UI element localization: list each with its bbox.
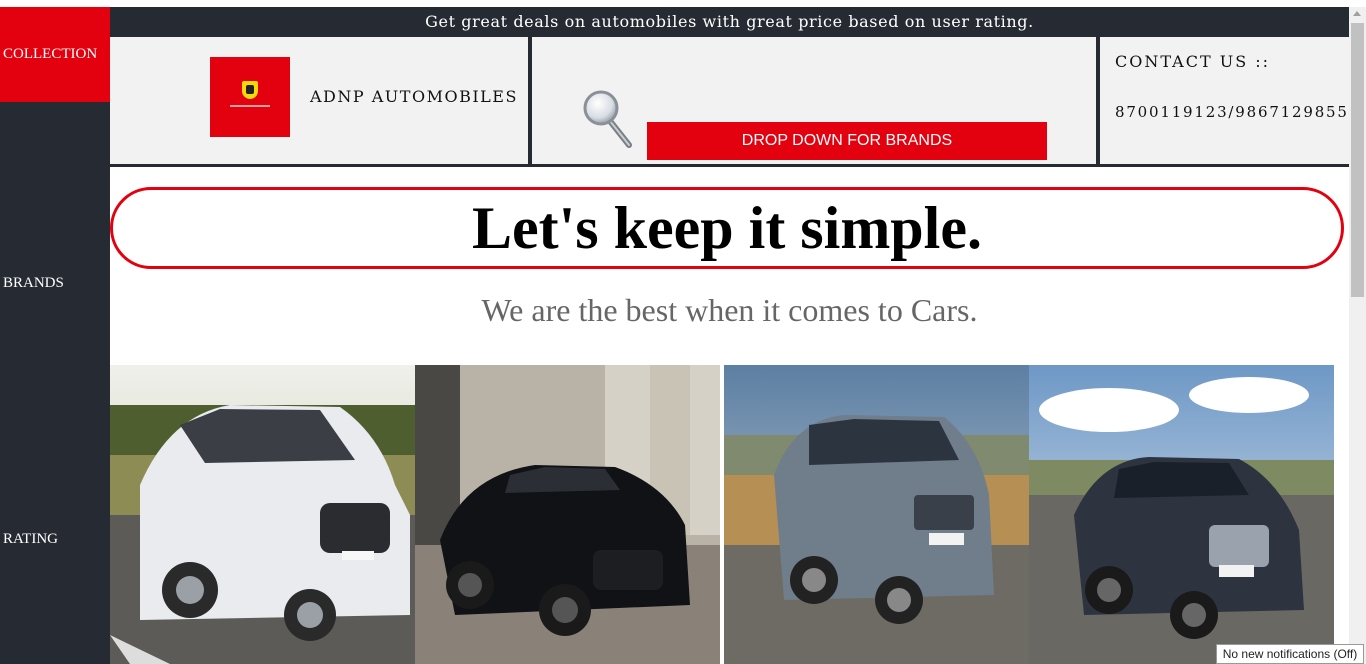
brand-name: ADNP AUTOMOBILES — [310, 87, 518, 106]
top-strip — [0, 0, 1366, 7]
sidebar-item-label: BRANDS — [3, 275, 64, 291]
ferrari-logo-icon[interactable] — [210, 57, 290, 137]
sidebar-item-rating[interactable]: RATING — [0, 531, 110, 551]
sidebar-item-brands[interactable]: BRANDS — [0, 275, 110, 295]
scrollbar-thumb[interactable] — [1351, 23, 1364, 297]
notification-tooltip: No new notifications (Off) — [1216, 644, 1364, 664]
search-cell: DROP DOWN FOR BRANDS — [532, 37, 1096, 164]
sidebar-item-label: RATING — [3, 531, 58, 547]
car-image-white-bmw — [110, 365, 415, 664]
contact-phone: 8700119123/9867129855 — [1115, 103, 1349, 121]
sidebar-item-label: COLLECTION — [3, 46, 98, 62]
brands-dropdown-button[interactable]: DROP DOWN FOR BRANDS — [647, 122, 1047, 160]
sidebar-item-collection[interactable]: COLLECTION — [0, 7, 110, 102]
hero-subtitle: We are the best when it comes to Cars. — [481, 292, 978, 328]
contact-cell: CONTACT US :: 8700119123/9867129855 — [1100, 37, 1349, 164]
announcement-bar: Get great deals on automobiles with grea… — [110, 7, 1349, 37]
vertical-scrollbar[interactable] — [1349, 7, 1366, 664]
car-image-black-mercedes-roadster — [415, 365, 720, 664]
sidebar: COLLECTION BRANDS RATING — [0, 7, 110, 664]
car-image-dark-mercedes-s-class — [1029, 365, 1334, 664]
brand-cell: ADNP AUTOMOBILES — [110, 37, 528, 164]
scroll-up-arrow-icon[interactable] — [1353, 11, 1361, 16]
magnifier-icon[interactable] — [582, 87, 632, 149]
header: ADNP AUTOMOBILES DROP DOWN FOR BRANDS CO… — [110, 37, 1349, 167]
car-image-grey-range-rover — [724, 365, 1029, 664]
contact-label: CONTACT US :: — [1115, 52, 1271, 71]
hero-title: Let's keep it simple. — [472, 195, 982, 261]
hero-title-box: Let's keep it simple. — [110, 187, 1344, 269]
